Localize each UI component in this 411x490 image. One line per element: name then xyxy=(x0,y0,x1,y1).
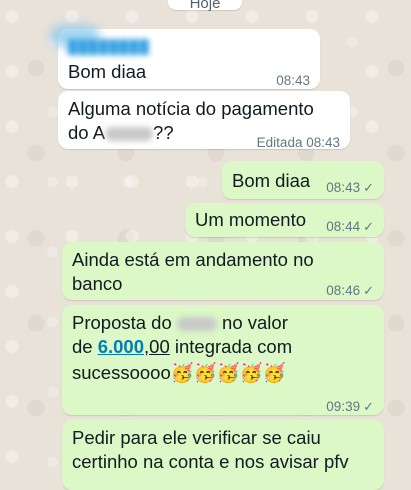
party-emoji-icon: 🥳🥳🥳🥳🥳 xyxy=(170,362,286,383)
message-outgoing[interactable]: Ainda está em andamento no banco 08:46 ✓ xyxy=(62,242,384,300)
message-text: sucessoooo🥳🥳🥳🥳🥳 xyxy=(72,362,286,383)
message-outgoing[interactable]: Bom diaa 08:43 ✓ xyxy=(222,161,384,199)
message-time: 08:43 xyxy=(276,73,310,88)
redacted-text xyxy=(176,317,217,332)
message-text: certinho na conta e nos avisar pfv xyxy=(72,451,349,472)
message-time: 08:44 ✓ xyxy=(326,219,374,234)
read-check-icon: ✓ xyxy=(363,283,374,298)
message-text: Proposta do no valor xyxy=(72,312,288,333)
message-text: Alguma notícia do pagamento xyxy=(68,98,314,119)
message-text: Bom diaa xyxy=(68,61,147,82)
message-outgoing[interactable]: Proposta do no valor de 6.000,00 integra… xyxy=(62,305,384,415)
amount-cents: 00 xyxy=(149,336,170,357)
message-text: de 6.000,00 integrada com xyxy=(72,336,293,357)
redacted-text xyxy=(105,127,154,142)
message-outgoing[interactable]: Um momento 08:44 ✓ xyxy=(185,203,384,237)
message-text: Pedir para ele verificar se caiu xyxy=(72,427,321,448)
message-text: Ainda está em andamento no xyxy=(72,249,314,270)
message-incoming[interactable]: Alguma notícia do pagamento do A?? Edita… xyxy=(58,91,350,150)
read-check-icon: ✓ xyxy=(363,399,374,414)
read-check-icon: ✓ xyxy=(363,180,374,195)
sender-name: ████████ xyxy=(68,39,150,54)
message-time: 09:39 ✓ xyxy=(326,399,374,414)
message-edited-time: Editada 08:43 xyxy=(256,135,340,150)
message-text: do A?? xyxy=(68,122,174,143)
read-check-icon: ✓ xyxy=(363,219,374,234)
message-text: Bom diaa xyxy=(232,170,311,191)
message-text: Um momento xyxy=(195,209,307,230)
message-outgoing[interactable]: Pedir para ele verificar se caiu certinh… xyxy=(62,420,384,490)
message-text: banco xyxy=(72,273,123,294)
message-time: 08:43 ✓ xyxy=(326,180,374,195)
amount-link[interactable]: 6.000 xyxy=(98,336,144,357)
message-incoming[interactable]: ████████ Bom diaa 08:43 xyxy=(50,25,320,89)
date-divider: Hoje xyxy=(168,0,242,12)
message-time: 08:46 ✓ xyxy=(326,283,374,298)
